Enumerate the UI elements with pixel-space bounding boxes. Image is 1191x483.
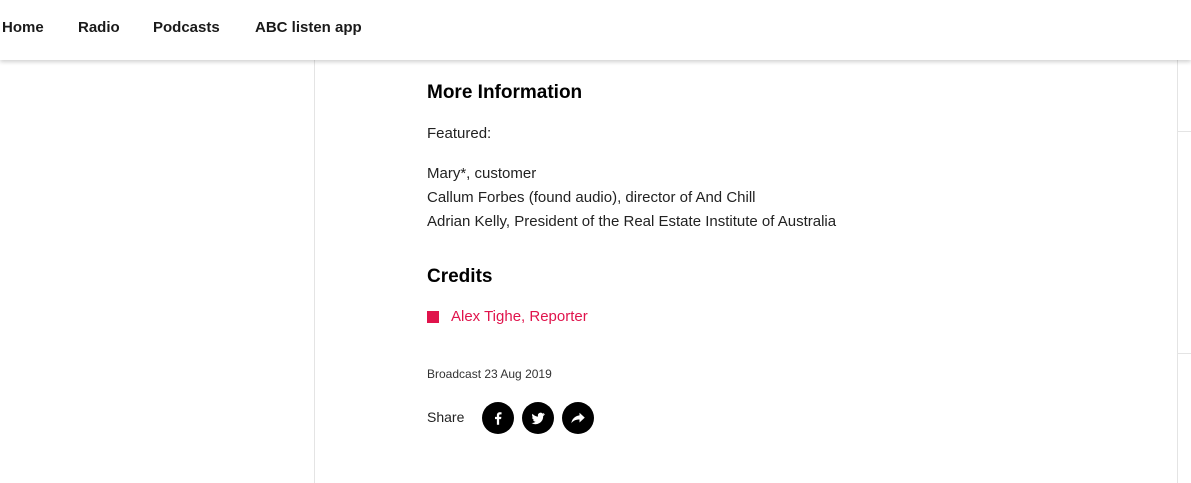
featured-label: Featured:	[427, 125, 492, 142]
broadcast-date: Broadcast 23 Aug 2019	[427, 367, 552, 381]
featured-person: Mary*, customer	[427, 165, 537, 182]
facebook-icon	[495, 412, 502, 425]
nav-item-abc-listen-app[interactable]: ABC listen app	[255, 19, 362, 36]
nav-item-radio[interactable]: Radio	[78, 19, 120, 36]
credit-link-reporter[interactable]: Alex Tighe, Reporter	[451, 308, 588, 325]
facebook-share-button[interactable]	[482, 402, 514, 434]
more-share-button[interactable]	[562, 402, 594, 434]
credits-heading: Credits	[427, 266, 493, 287]
nav-item-home[interactable]: Home	[2, 19, 44, 36]
top-navigation: Home Radio Podcasts ABC listen app	[0, 0, 1191, 60]
featured-person: Adrian Kelly, President of the Real Esta…	[427, 213, 837, 230]
sidebar-divider	[1178, 353, 1191, 354]
nav-item-podcasts[interactable]: Podcasts	[153, 19, 220, 36]
featured-person: Callum Forbes (found audio), director of…	[427, 189, 756, 206]
credit-bullet	[427, 311, 439, 323]
sidebar-divider	[1178, 131, 1191, 132]
share-label: Share	[427, 409, 465, 425]
twitter-share-button[interactable]	[522, 402, 554, 434]
content-left-divider	[314, 60, 315, 483]
share-icon	[571, 412, 585, 424]
twitter-icon	[531, 412, 545, 425]
content-right-divider	[1177, 60, 1178, 483]
more-information-heading: More Information	[427, 82, 583, 103]
